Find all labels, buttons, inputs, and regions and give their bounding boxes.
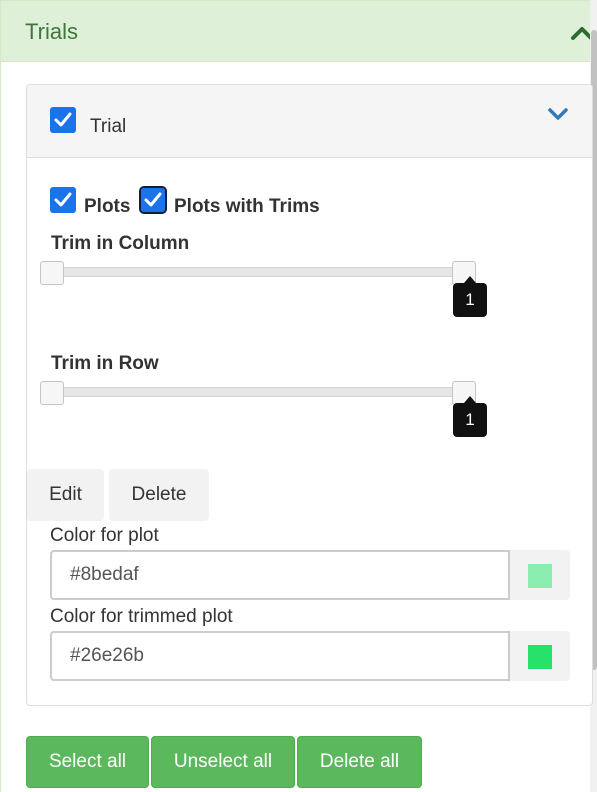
plots-label: Plots <box>84 196 131 217</box>
trim-column-value-tooltip: 1 <box>453 276 487 317</box>
checkmark-icon <box>144 192 162 207</box>
color-trimmed-swatch[interactable] <box>528 645 552 669</box>
trial-label: Trial <box>90 116 127 137</box>
checkmark-icon <box>54 112 72 127</box>
trim-row-slider-min-handle[interactable] <box>40 381 64 405</box>
color-trimmed-picker[interactable] <box>510 631 570 681</box>
color-plot-label: Color for plot <box>50 525 159 546</box>
trials-panel-heading[interactable]: Trials <box>1 0 597 62</box>
delete-button[interactable]: Delete <box>109 469 209 521</box>
trim-row-label: Trim in Row <box>51 353 159 374</box>
edit-button[interactable]: Edit <box>27 469 104 521</box>
plots-with-trims-checkbox[interactable] <box>139 186 167 214</box>
trial-card-heading[interactable]: Trial <box>27 85 592 158</box>
checkmark-icon <box>54 192 72 207</box>
trial-card: Trial Plots Plots with Trims Trim in Col… <box>26 84 593 706</box>
unselect-all-button[interactable]: Unselect all <box>151 736 295 788</box>
color-plot-swatch[interactable] <box>528 564 552 588</box>
select-all-button[interactable]: Select all <box>26 736 149 788</box>
delete-all-button[interactable]: Delete all <box>297 736 422 788</box>
panel-title: Trials <box>25 19 78 44</box>
plots-checkbox[interactable] <box>50 187 76 213</box>
color-trimmed-input[interactable]: #26e26b <box>50 631 510 681</box>
trim-column-label: Trim in Column <box>51 233 190 254</box>
color-plot-picker[interactable] <box>510 550 570 600</box>
color-plot-input[interactable]: #8bedaf <box>50 550 510 600</box>
trim-column-slider-track[interactable] <box>51 267 476 277</box>
plots-with-trims-label: Plots with Trims <box>174 196 320 217</box>
chevron-down-icon[interactable] <box>548 107 568 121</box>
trim-row-slider-track[interactable] <box>51 387 476 397</box>
trial-checkbox[interactable] <box>50 107 76 133</box>
trim-row-value-tooltip: 1 <box>453 396 487 437</box>
trials-panel: Trials Trial Plots Plots with Trims Trim… <box>0 0 597 792</box>
color-trimmed-label: Color for trimmed plot <box>50 606 233 627</box>
trim-column-slider-min-handle[interactable] <box>40 261 64 285</box>
